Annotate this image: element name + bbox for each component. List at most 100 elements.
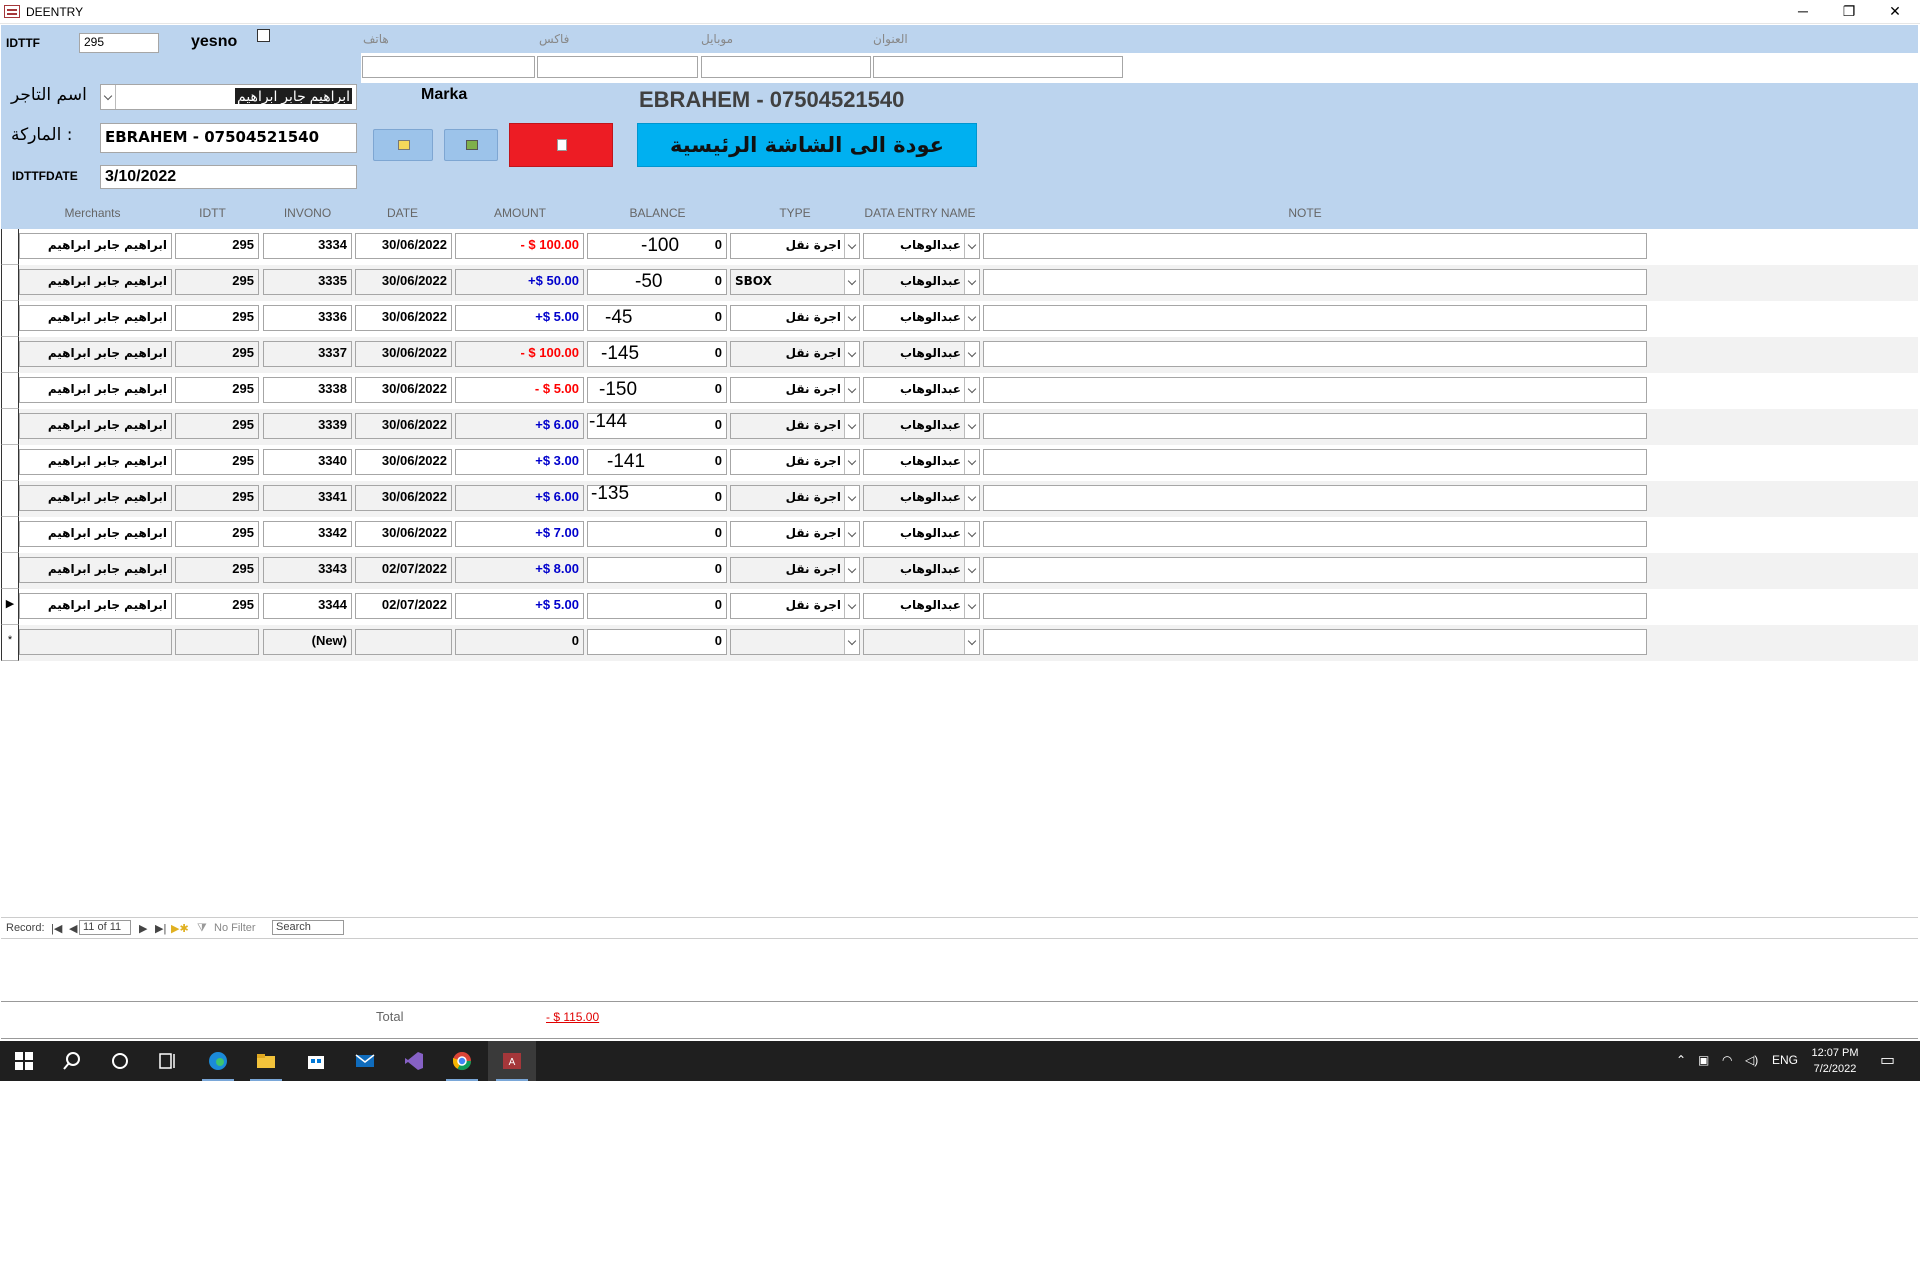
language-indicator[interactable]: ENG xyxy=(1772,1053,1798,1067)
type-combo[interactable]: اجرة نقل xyxy=(730,521,860,547)
date-cell[interactable]: 02/07/2022 xyxy=(355,557,452,583)
invono-cell[interactable]: 3337 xyxy=(263,341,352,367)
delete-button[interactable] xyxy=(509,123,613,167)
chevron-down-icon[interactable] xyxy=(844,270,859,294)
first-record-button[interactable]: |◀ xyxy=(51,922,62,935)
invono-cell[interactable]: (New) xyxy=(263,629,352,655)
date-cell[interactable]: 30/06/2022 xyxy=(355,233,452,259)
store-button[interactable] xyxy=(292,1041,340,1081)
volume-icon[interactable]: ◁) xyxy=(1745,1053,1758,1067)
merchant-cell[interactable]: ابراهيم جابر ابراهيم xyxy=(19,377,172,403)
chevron-down-icon[interactable] xyxy=(964,558,979,582)
amount-cell[interactable]: +$ 3.00 xyxy=(455,449,584,475)
minimize-button[interactable]: ─ xyxy=(1780,0,1826,24)
record-selector[interactable] xyxy=(1,265,19,301)
table-row[interactable]: ابراهيم جابر ابراهيم 295 3342 30/06/2022 +$ … xyxy=(1,517,1918,553)
chevron-down-icon[interactable] xyxy=(964,234,979,258)
note-cell[interactable] xyxy=(983,449,1647,475)
record-selector[interactable] xyxy=(1,553,19,589)
chevron-down-icon[interactable] xyxy=(844,594,859,618)
amount-cell[interactable]: +$ 6.00 xyxy=(455,413,584,439)
chevron-down-icon[interactable] xyxy=(964,306,979,330)
note-cell[interactable] xyxy=(983,557,1647,583)
chevron-down-icon[interactable] xyxy=(964,270,979,294)
note-cell[interactable] xyxy=(983,485,1647,511)
chevron-down-icon[interactable] xyxy=(844,558,859,582)
edit-button[interactable] xyxy=(373,129,433,161)
type-combo[interactable]: اجرة نقل xyxy=(730,305,860,331)
invono-cell[interactable]: 3343 xyxy=(263,557,352,583)
data-entry-combo[interactable]: عبدالوهاب xyxy=(863,593,980,619)
task-view-button[interactable] xyxy=(144,1041,192,1081)
invono-cell[interactable]: 3342 xyxy=(263,521,352,547)
date-cell[interactable]: 30/06/2022 xyxy=(355,269,452,295)
idtt-cell[interactable]: 295 xyxy=(175,593,259,619)
data-entry-combo[interactable]: عبدالوهاب xyxy=(863,521,980,547)
chevron-down-icon[interactable] xyxy=(844,378,859,402)
table-row[interactable]: ابراهيم جابر ابراهيم 295 3335 30/06/2022 +$ … xyxy=(1,265,1918,301)
record-number-input[interactable]: 11 of 11 xyxy=(79,920,131,935)
merchant-cell[interactable]: ابراهيم جابر ابراهيم xyxy=(19,593,172,619)
invono-cell[interactable]: 3336 xyxy=(263,305,352,331)
invono-cell[interactable]: 3340 xyxy=(263,449,352,475)
chevron-down-icon[interactable] xyxy=(964,414,979,438)
note-cell[interactable] xyxy=(983,233,1647,259)
mail-button[interactable] xyxy=(341,1041,389,1081)
type-combo[interactable]: SBOX xyxy=(730,269,860,295)
data-entry-combo[interactable]: عبدالوهاب xyxy=(863,233,980,259)
mobile-input[interactable] xyxy=(701,56,871,78)
invono-cell[interactable]: 3338 xyxy=(263,377,352,403)
record-selector[interactable] xyxy=(1,229,19,265)
amount-cell[interactable]: +$ 7.00 xyxy=(455,521,584,547)
data-entry-combo[interactable]: عبدالوهاب xyxy=(863,269,980,295)
merchant-combo[interactable]: ابراهيم جابر ابراهيم xyxy=(100,84,357,110)
type-combo[interactable]: اجرة نقل xyxy=(730,341,860,367)
type-combo[interactable]: اجرة نقل xyxy=(730,557,860,583)
record-selector[interactable] xyxy=(1,337,19,373)
note-cell[interactable] xyxy=(983,521,1647,547)
data-entry-combo[interactable]: عبدالوهاب xyxy=(863,413,980,439)
record-selector[interactable]: * xyxy=(1,625,19,661)
idttf-input[interactable]: 295 xyxy=(79,33,159,53)
merchant-cell[interactable]: ابراهيم جابر ابراهيم xyxy=(19,521,172,547)
amount-cell[interactable]: - $ 100.00 xyxy=(455,233,584,259)
chevron-down-icon[interactable] xyxy=(844,414,859,438)
merchant-cell[interactable]: ابراهيم جابر ابراهيم xyxy=(19,233,172,259)
data-entry-combo[interactable]: عبدالوهاب xyxy=(863,341,980,367)
invono-cell[interactable]: 3335 xyxy=(263,269,352,295)
note-cell[interactable] xyxy=(983,341,1647,367)
table-row[interactable]: ابراهيم جابر ابراهيم 295 3343 02/07/2022 +$ … xyxy=(1,553,1918,589)
merchant-cell[interactable]: ابراهيم جابر ابراهيم xyxy=(19,413,172,439)
invono-cell[interactable]: 3334 xyxy=(263,233,352,259)
restore-button[interactable]: ❐ xyxy=(1826,0,1872,24)
amount-cell[interactable]: +$ 5.00 xyxy=(455,593,584,619)
table-row[interactable]: ابراهيم جابر ابراهيم 295 3336 30/06/2022 +$ … xyxy=(1,301,1918,337)
balance-cell[interactable]: 0 xyxy=(587,629,727,655)
merchant-cell[interactable]: ابراهيم جابر ابراهيم xyxy=(19,341,172,367)
show-hidden-icons-button[interactable]: ⌃ xyxy=(1676,1053,1686,1067)
data-entry-combo[interactable]: عبدالوهاب xyxy=(863,449,980,475)
merchant-cell[interactable]: ابراهيم جابر ابراهيم xyxy=(19,269,172,295)
record-selector[interactable] xyxy=(1,409,19,445)
new-record-button[interactable]: ▶✱ xyxy=(171,922,189,935)
search-taskbar-button[interactable] xyxy=(48,1041,96,1081)
note-cell[interactable] xyxy=(983,305,1647,331)
chevron-down-icon[interactable] xyxy=(844,306,859,330)
fax-input[interactable] xyxy=(537,56,698,78)
table-row[interactable]: ▶ ابراهيم جابر ابراهيم 295 3344 02/07/2022 +$… xyxy=(1,589,1918,625)
type-combo[interactable]: اجرة نقل xyxy=(730,233,860,259)
chevron-down-icon[interactable] xyxy=(964,486,979,510)
chevron-down-icon[interactable] xyxy=(101,85,116,109)
chevron-down-icon[interactable] xyxy=(964,342,979,366)
chevron-down-icon[interactable] xyxy=(964,378,979,402)
prev-record-button[interactable]: ◀ xyxy=(69,922,77,935)
chevron-down-icon[interactable] xyxy=(844,342,859,366)
chevron-down-icon[interactable] xyxy=(964,630,979,654)
start-button[interactable] xyxy=(0,1041,48,1081)
merchant-cell[interactable]: ابراهيم جابر ابراهيم xyxy=(19,305,172,331)
amount-cell[interactable]: +$ 6.00 xyxy=(455,485,584,511)
date-cell[interactable]: 30/06/2022 xyxy=(355,305,452,331)
merchant-cell[interactable]: ابراهيم جابر ابراهيم xyxy=(19,485,172,511)
chrome-button[interactable] xyxy=(438,1041,486,1081)
save-button[interactable] xyxy=(444,129,498,161)
